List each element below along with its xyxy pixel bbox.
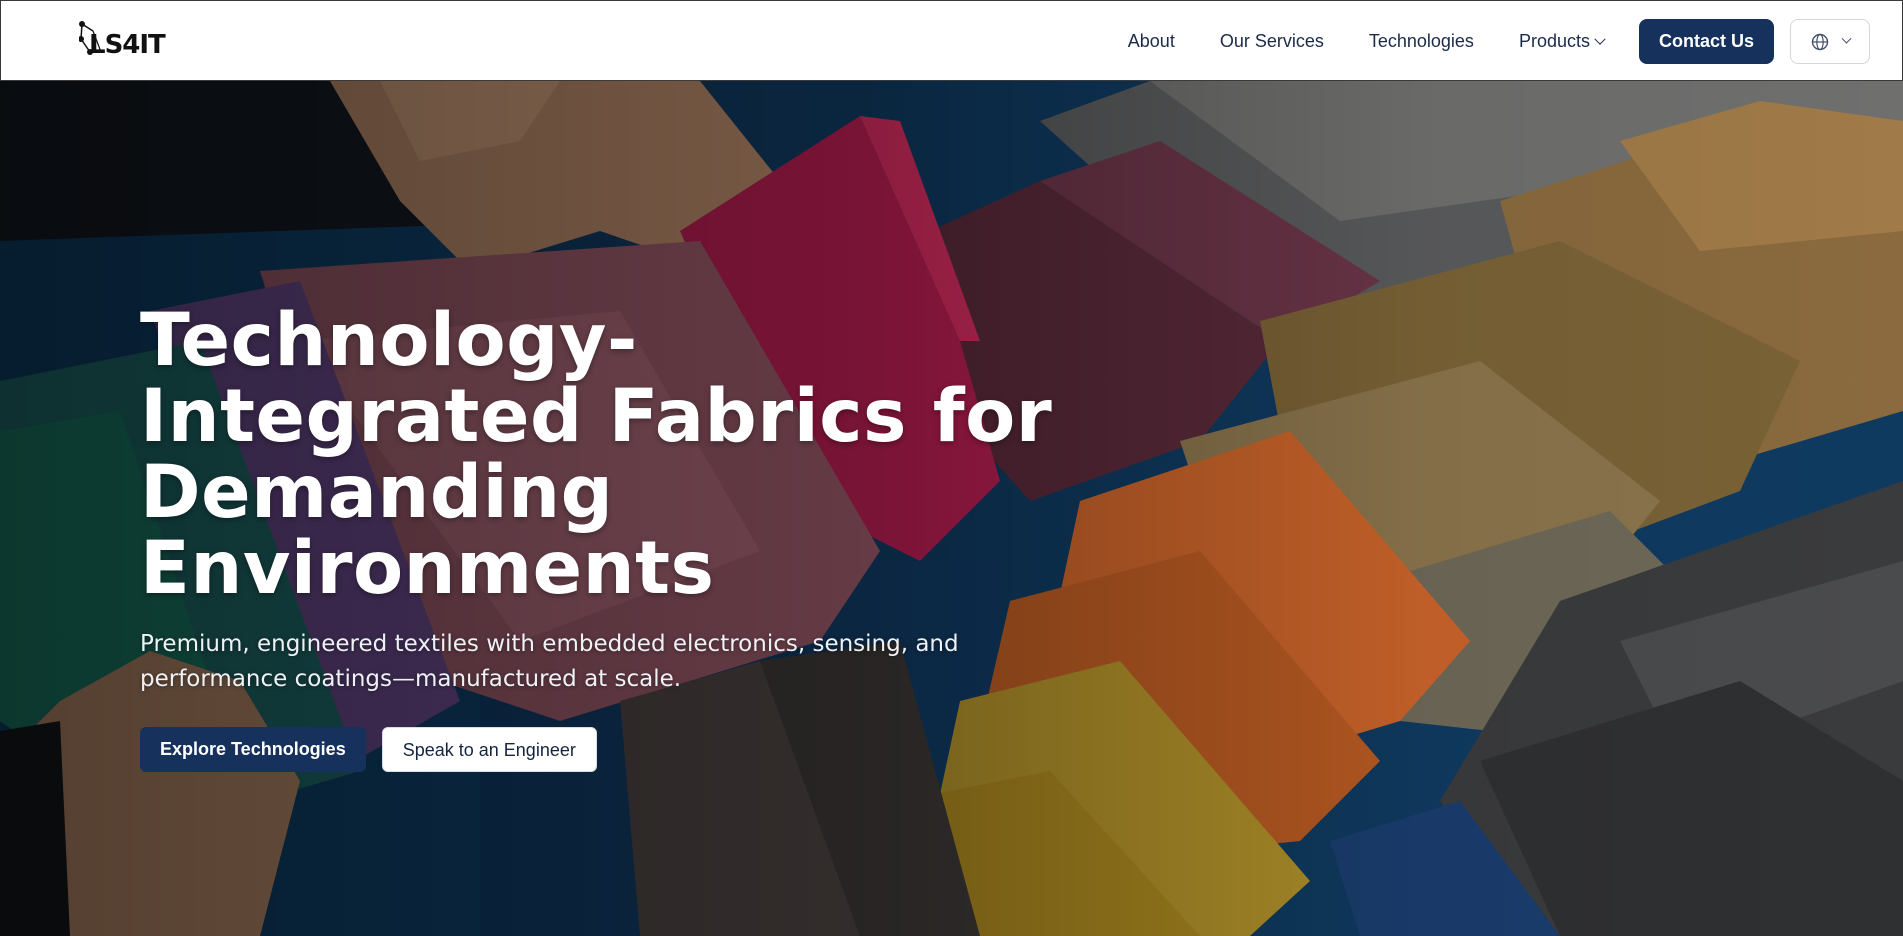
chevron-down-icon [1841, 33, 1851, 44]
hero-section: Technology-Integrated Fabrics for Demand… [0, 81, 1903, 936]
nav-item-technologies[interactable]: Technologies [1369, 31, 1474, 52]
main-nav: About Our Services Technologies Products… [1128, 1, 1902, 82]
hero-title: Technology-Integrated Fabrics for Demand… [140, 298, 1053, 611]
logo[interactable]: LS4IT [79, 21, 179, 65]
globe-icon [1811, 33, 1828, 50]
logo-text: LS4IT [89, 30, 166, 60]
nav-item-label: About [1127, 31, 1175, 51]
nav-item-label: Our Services [1219, 31, 1324, 51]
nav-item-label: Technologies [1368, 31, 1474, 51]
nav-item-products[interactable]: Products [1518, 31, 1606, 52]
explore-technologies-button[interactable]: Explore Technologies [140, 727, 366, 772]
hero-actions: Explore Technologies Speak to an Enginee… [140, 727, 1060, 772]
nav-item-our-services[interactable]: Our Services [1220, 31, 1324, 52]
hero-subtitle: Premium, engineered textiles with embedd… [140, 631, 959, 692]
nav-item-about[interactable]: About [1128, 31, 1175, 52]
language-selector[interactable] [1790, 19, 1870, 64]
nav-item-label: Products [1518, 31, 1590, 51]
contact-us-button[interactable]: Contact Us [1638, 19, 1774, 64]
hero-content: Technology-Integrated Fabrics for Demand… [140, 303, 1060, 772]
site-header: LS4IT About Our Services Technologies Pr… [0, 0, 1903, 81]
speak-to-engineer-button[interactable]: Speak to an Engineer [381, 727, 597, 772]
chevron-down-icon [1594, 33, 1606, 45]
page: LS4IT About Our Services Technologies Pr… [0, 0, 1903, 936]
